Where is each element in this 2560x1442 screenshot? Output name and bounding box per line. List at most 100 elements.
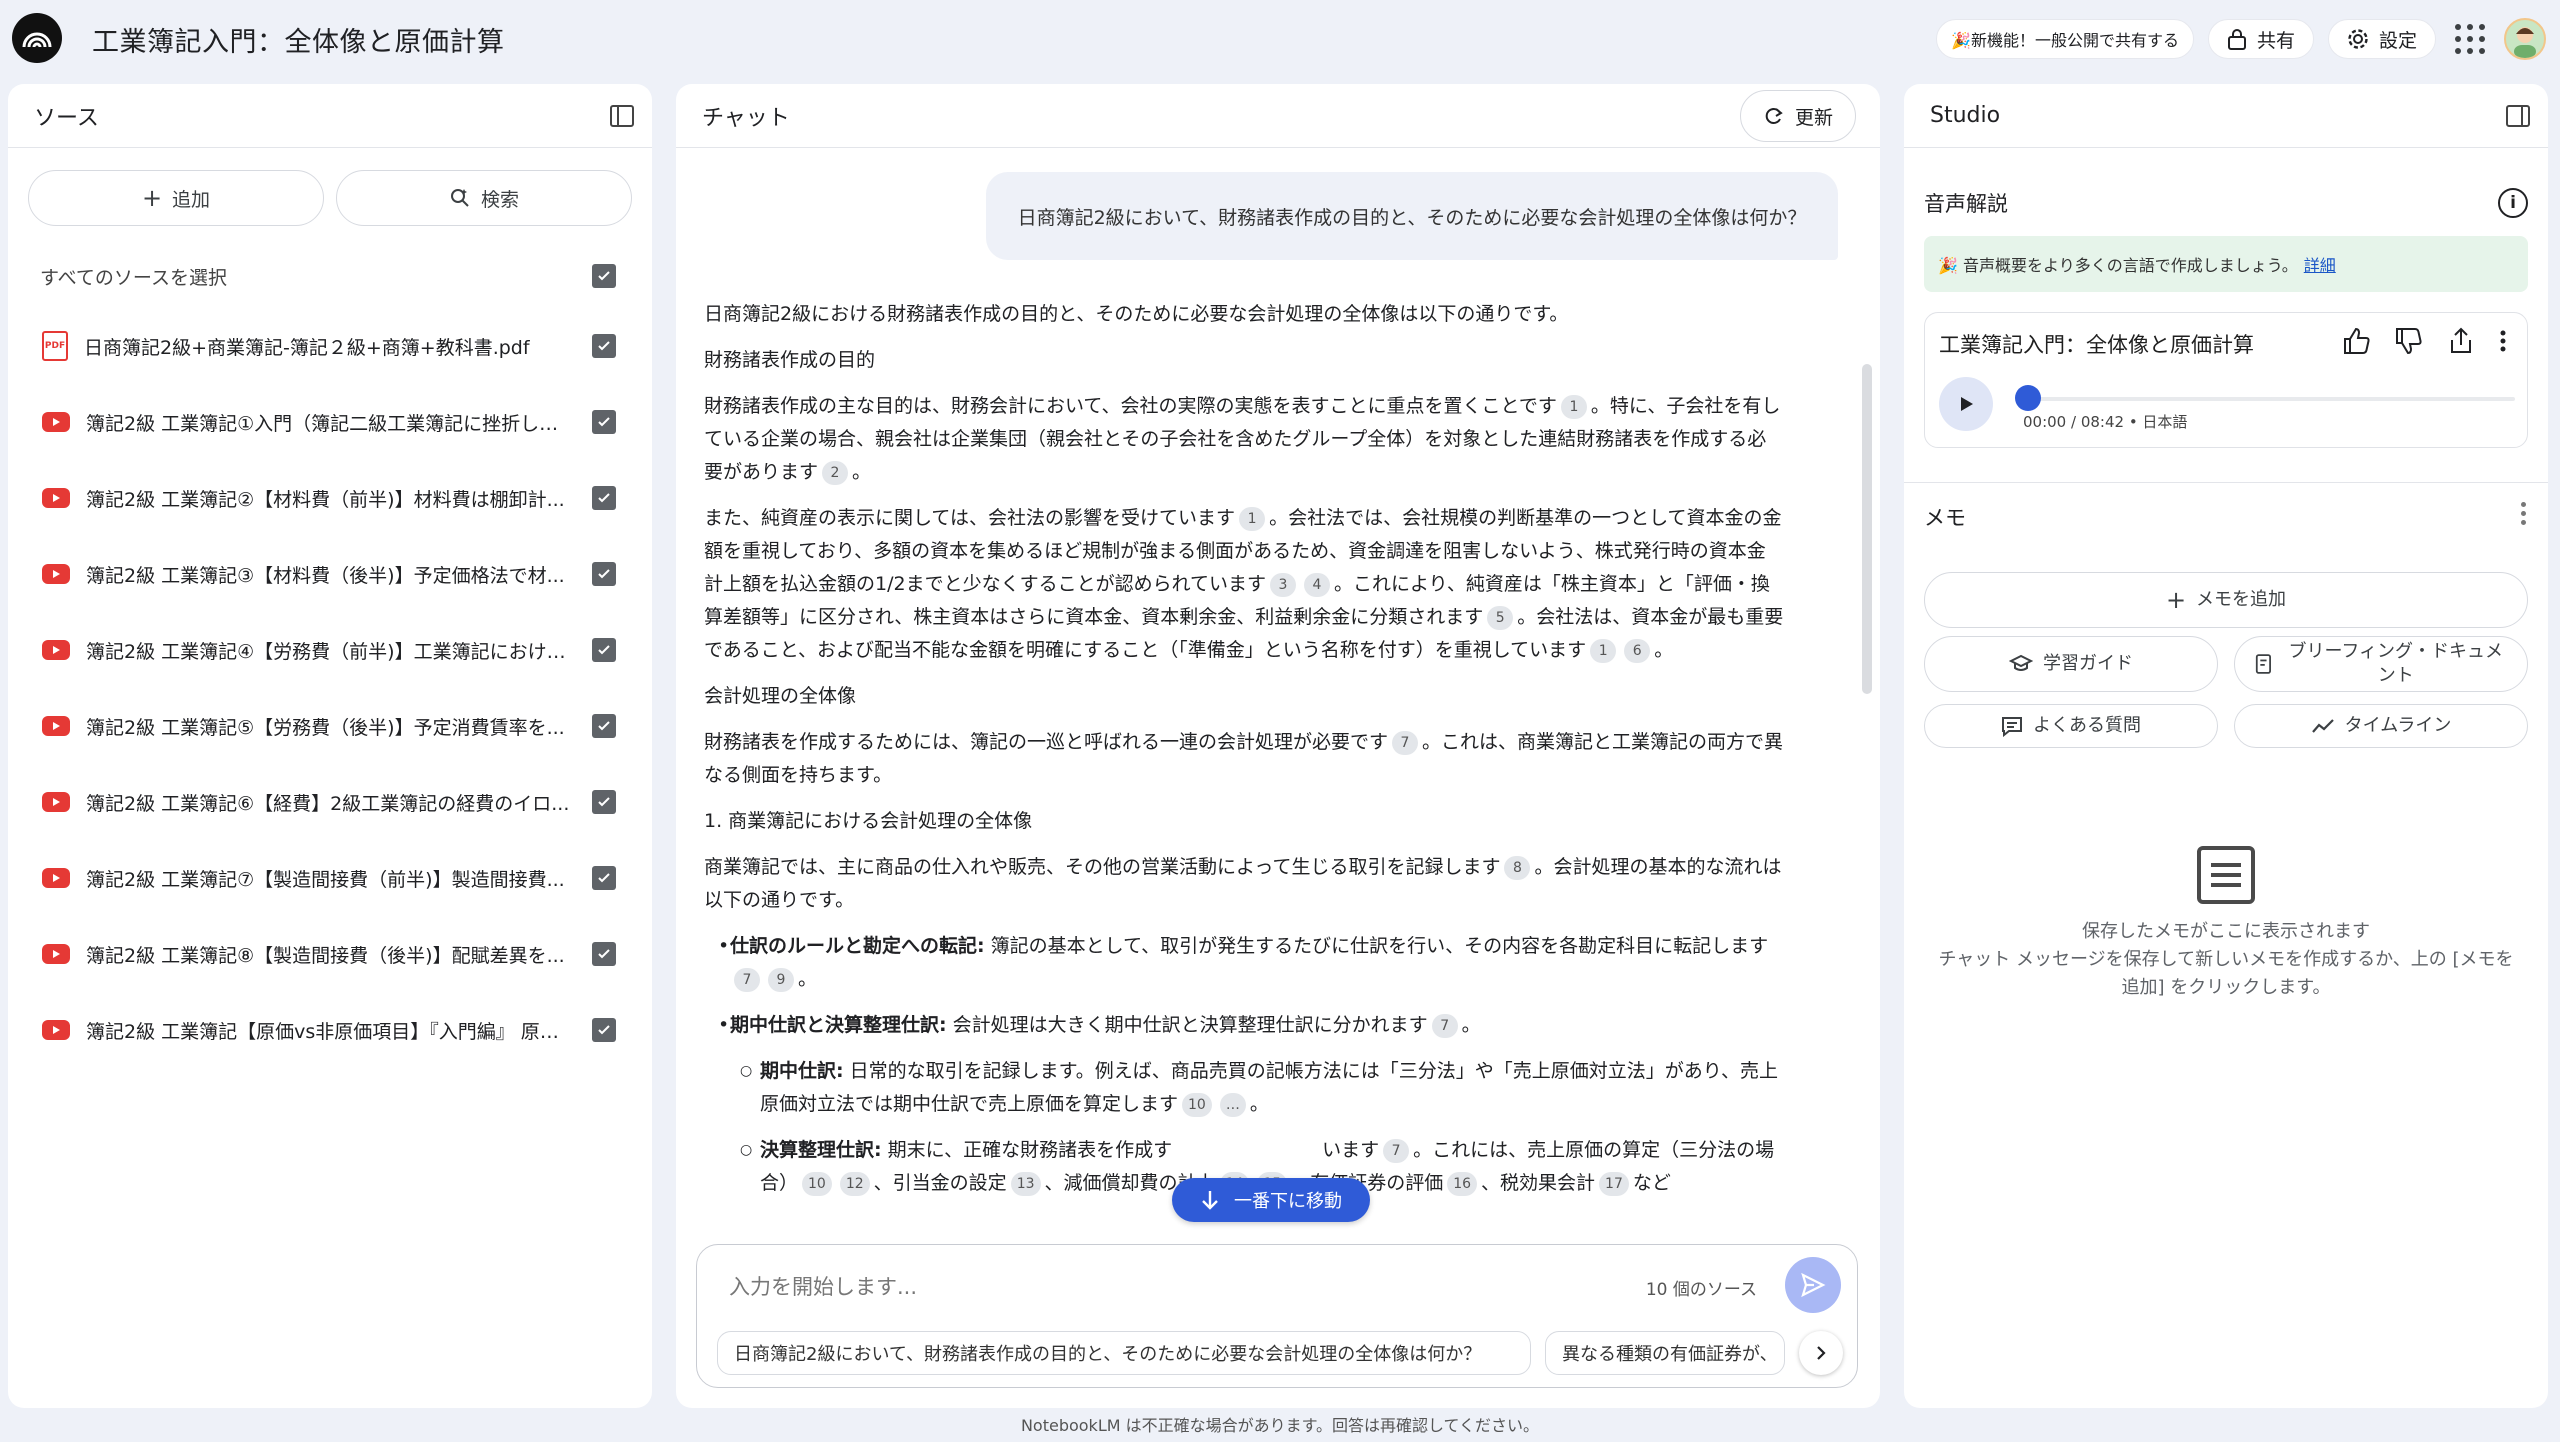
source-item[interactable]: 簿記2級 工業簿記⑥【経費】2級工業簿記の経費のイロ... [8, 764, 652, 840]
source-checkbox[interactable] [592, 942, 616, 966]
panel-collapse-icon[interactable] [608, 102, 636, 130]
scroll-to-bottom-button[interactable]: 一番下に移動 [1172, 1178, 1370, 1222]
citation-chip[interactable]: 7 [1392, 730, 1419, 755]
audio-seek-knob[interactable] [2015, 385, 2041, 411]
send-button[interactable] [1785, 1257, 1841, 1313]
send-icon [1801, 1272, 1826, 1298]
faq-button[interactable]: よくある質問 [1924, 704, 2218, 748]
citation-chip[interactable]: 5 [1487, 605, 1514, 630]
panel-collapse-icon[interactable] [2504, 102, 2532, 130]
citation-chip[interactable]: 1 [1590, 638, 1617, 663]
share-icon[interactable] [2445, 325, 2477, 357]
play-button[interactable] [1939, 377, 1993, 431]
apps-grid-icon[interactable] [2450, 19, 2490, 59]
info-icon[interactable]: i [2498, 188, 2528, 218]
chat-title: チャット [702, 105, 790, 131]
citation-chip[interactable]: 10 [1182, 1092, 1212, 1117]
youtube-icon [42, 640, 70, 660]
notebooklm-logo-icon[interactable] [12, 13, 62, 63]
source-checkbox[interactable] [592, 334, 616, 358]
citation-chip[interactable]: 8 [1504, 855, 1531, 880]
source-item[interactable]: 簿記2級 工業簿記③【材料費（後半)】予定価格法で材... [8, 536, 652, 612]
youtube-icon [42, 868, 70, 888]
answer-heading: 会計処理の全体像 [704, 685, 857, 707]
source-item[interactable]: 簿記2級 工業簿記⑧【製造間接費（後半)】配賦差異を... [8, 916, 652, 992]
source-checkbox[interactable] [592, 410, 616, 434]
source-checkbox[interactable] [592, 714, 616, 738]
citation-chip[interactable]: 16 [1447, 1171, 1478, 1196]
new-feature-button[interactable]: 🎉新機能！一般公開で共有する [1936, 19, 2194, 59]
source-item[interactable]: 簿記2級 工業簿記⑦【製造間接費（前半)】製造間接費... [8, 840, 652, 916]
source-checkbox[interactable] [592, 1018, 616, 1042]
memo-empty-line1: 保存したメモがここに表示されます [2082, 921, 2370, 942]
add-memo-button[interactable]: + メモを追加 [1924, 572, 2528, 628]
citation-chip[interactable]: 17 [1599, 1171, 1629, 1196]
suggestion-chip[interactable]: 異なる種類の有価証券が、 [1545, 1331, 1785, 1375]
citation-chip[interactable]: 9 [768, 967, 794, 992]
source-item[interactable]: 簿記2級 工業簿記⑤【労務費（後半)】予定消費賃率を... [8, 688, 652, 764]
select-all-label: すべてのソースを選択 [40, 266, 227, 289]
notebook-title[interactable]: 工業簿記入門：全体像と原価計算 [92, 20, 505, 59]
chat-input[interactable]: 入力を開始します... [729, 1271, 917, 1301]
app-header: 工業簿記入門：全体像と原価計算 🎉新機能！一般公開で共有する 共有 設定 [0, 0, 2560, 78]
audio-overview-title: 音声解説 [1924, 192, 2008, 216]
citation-chip[interactable]: 7 [1383, 1138, 1410, 1163]
youtube-icon [42, 792, 70, 812]
source-checkbox[interactable] [592, 866, 616, 890]
citation-chip[interactable]: … [1219, 1092, 1246, 1117]
source-checkbox[interactable] [592, 790, 616, 814]
source-checkbox[interactable] [592, 638, 616, 662]
source-item[interactable]: 簿記2級 工業簿記【原価vs非原価項目】『入門編』 原価... [8, 992, 652, 1068]
citation-chip[interactable]: 7 [734, 967, 760, 992]
settings-button[interactable]: 設定 [2327, 19, 2436, 59]
refresh-button[interactable]: 更新 [1739, 90, 1856, 142]
scroll-to-bottom-label: 一番下に移動 [1234, 1191, 1342, 1212]
audio-card-title: 工業簿記入門：全体像と原価計算 [1939, 333, 2254, 357]
faq-label: よくある質問 [2033, 715, 2141, 736]
citation-chip[interactable]: 4 [1304, 572, 1331, 597]
study-guide-button[interactable]: 学習ガイド [1924, 636, 2218, 692]
citation-chip[interactable]: 6 [1624, 638, 1651, 663]
add-source-button[interactable]: + 追加 [28, 170, 324, 226]
chat-input-box[interactable]: 入力を開始します... 10 個のソース 日商簿記2級において、財務諸表作成の目… [696, 1244, 1858, 1388]
citation-chip[interactable]: 10 [802, 1171, 832, 1196]
citation-chip[interactable]: 2 [822, 460, 849, 485]
source-checkbox[interactable] [592, 486, 616, 510]
source-item[interactable]: 簿記2級 工業簿記①入門（簿記二級工業簿記に挫折した... [8, 384, 652, 460]
add-memo-label: メモを追加 [2196, 589, 2287, 610]
citation-chip[interactable]: 1 [1560, 394, 1587, 419]
source-item[interactable]: 簿記2級 工業簿記④【労務費（前半)】工業簿記における... [8, 612, 652, 688]
memo-more-icon[interactable] [2521, 502, 2526, 525]
chevron-right-icon[interactable] [1799, 1331, 1843, 1375]
source-checkbox[interactable] [592, 562, 616, 586]
avatar[interactable] [2504, 18, 2546, 60]
banner-details-link[interactable]: 詳細 [2304, 252, 2336, 276]
audio-seek-bar[interactable] [2015, 385, 2515, 411]
answer-bullet: 仕訳のルールと勘定への転記: 簿記の基本として、取引が発生するたびに仕訳を行い、… [704, 930, 1784, 996]
citation-chip[interactable]: 7 [1431, 1013, 1458, 1038]
studio-title: Studio [1930, 103, 2001, 128]
thumbs-up-icon[interactable] [2341, 325, 2373, 357]
answer-bullet: 期中仕訳と決算整理仕訳: 会計処理は大きく期中仕訳と決算整理仕訳に分かれます7。 [704, 1009, 1784, 1042]
briefing-doc-button[interactable]: ブリーフィング・ドキュメント [2234, 636, 2528, 692]
search-source-button[interactable]: 検索 [336, 170, 632, 226]
add-source-label: 追加 [172, 188, 211, 211]
chat-scrollbar[interactable] [1862, 364, 1872, 694]
footer-disclaimer: NotebookLM は不正確な場合があります。回答は再確認してください。 [1020, 1416, 1540, 1435]
citation-chip[interactable]: 3 [1270, 572, 1297, 597]
answer-paragraph: 財務諸表作成の主な目的は、財務会計において、会社の実際の実態を表すことに重点を置… [704, 394, 1781, 485]
select-all-sources[interactable]: すべてのソースを選択 [8, 244, 652, 308]
chat-bubble-icon [2002, 717, 2022, 737]
citation-chip[interactable]: 13 [1010, 1171, 1041, 1196]
sources-panel: ソース + 追加 検索 すべてのソースを選択 PDF 日商簿記2級+商業簿記-簿… [8, 84, 652, 1408]
select-all-checkbox[interactable] [592, 264, 616, 288]
source-item[interactable]: PDF 日商簿記2級+商業簿記-簿記２級+商簿+教科書.pdf [8, 308, 652, 384]
citation-chip[interactable]: 1 [1239, 506, 1266, 531]
timeline-button[interactable]: タイムライン [2234, 704, 2528, 748]
source-item[interactable]: 簿記2級 工業簿記②【材料費（前半)】材料費は棚卸計... [8, 460, 652, 536]
thumbs-down-icon[interactable] [2393, 325, 2425, 357]
share-button[interactable]: 共有 [2207, 19, 2314, 59]
suggestion-chip[interactable]: 日商簿記2級において、財務諸表作成の目的と、そのために必要な会計処理の全体像は何… [717, 1331, 1531, 1375]
more-vert-icon[interactable] [2497, 325, 2509, 357]
citation-chip[interactable]: 12 [839, 1171, 870, 1196]
